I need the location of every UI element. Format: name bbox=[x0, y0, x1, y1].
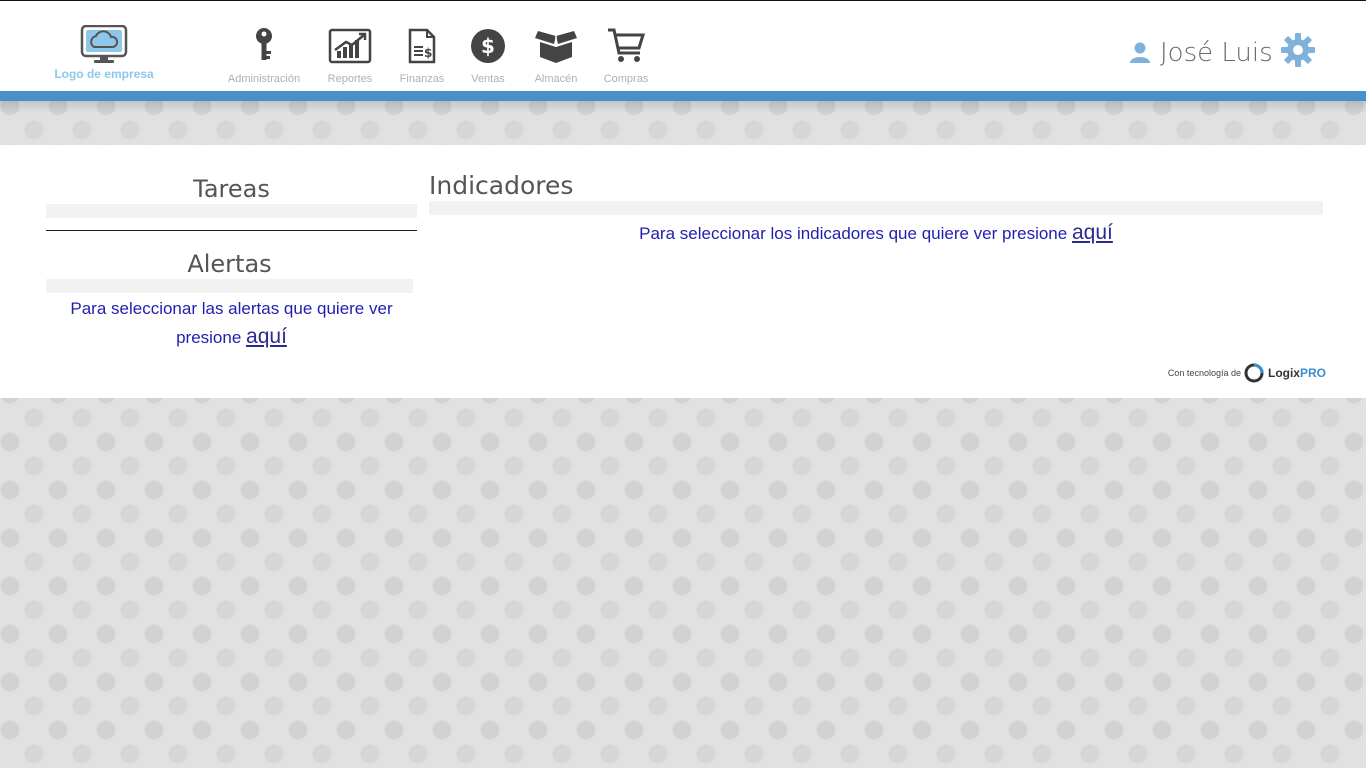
nav-item-compras[interactable]: Compras bbox=[598, 27, 654, 85]
indicadores-list bbox=[429, 201, 1323, 215]
powered-text: Con tecnología de bbox=[1167, 368, 1241, 378]
settings-button[interactable] bbox=[1280, 32, 1316, 68]
document-dollar-icon: $ bbox=[408, 28, 436, 64]
brand-prefix: Logix bbox=[1267, 366, 1300, 380]
nav-label-almacen: Almacén bbox=[534, 73, 578, 85]
brand-suffix: PRO bbox=[1299, 366, 1326, 380]
alertas-message: Para seleccionar las alertas que quiere … bbox=[46, 295, 417, 352]
user-name: José Luis bbox=[1160, 38, 1273, 68]
nav-item-administracion[interactable]: Administración bbox=[222, 27, 306, 85]
box-icon bbox=[535, 31, 577, 63]
alertas-message-text: Para seleccionar las alertas que quiere … bbox=[70, 299, 393, 347]
user-menu[interactable]: José Luis bbox=[1130, 35, 1273, 71]
alertas-title: Alertas bbox=[187, 250, 272, 278]
svg-text:$: $ bbox=[481, 34, 495, 58]
user-icon bbox=[1130, 42, 1150, 63]
nav-item-reportes[interactable]: Reportes bbox=[320, 27, 380, 85]
dashboard-panel: Tareas Alertas Para seleccionar las aler… bbox=[0, 145, 1366, 398]
dollar-coin-icon: $ bbox=[471, 29, 505, 63]
cloud-monitor-icon bbox=[80, 25, 128, 63]
nav-label-compras: Compras bbox=[603, 73, 649, 85]
header-shadow bbox=[0, 101, 1366, 113]
nav-label-administracion: Administración bbox=[227, 73, 301, 85]
nav-item-finanzas[interactable]: $ Finanzas bbox=[394, 27, 450, 85]
top-header: Logo de empresa Administración Reportes … bbox=[0, 1, 1366, 91]
gear-icon bbox=[1281, 33, 1315, 67]
nav-label-finanzas: Finanzas bbox=[399, 73, 445, 85]
nav-label-ventas: Ventas bbox=[471, 73, 505, 85]
svg-text:$: $ bbox=[424, 46, 432, 60]
indicadores-title: Indicadores bbox=[429, 171, 574, 200]
cart-icon bbox=[608, 28, 646, 62]
chart-icon bbox=[328, 28, 372, 64]
tareas-list bbox=[46, 204, 417, 218]
brand-name: LogixPRO bbox=[1268, 366, 1326, 380]
nav-item-almacen[interactable]: Almacén bbox=[528, 27, 584, 85]
indicadores-message-text: Para seleccionar los indicadores que qui… bbox=[639, 224, 1068, 243]
section-divider bbox=[46, 230, 417, 231]
nav-label-reportes: Reportes bbox=[327, 73, 373, 85]
powered-by: Con tecnología de LogixPRO bbox=[1168, 363, 1326, 383]
tareas-title: Tareas bbox=[193, 175, 270, 203]
alertas-list bbox=[46, 279, 413, 293]
header-accent-bar bbox=[0, 91, 1366, 101]
logo-text: Logo de empresa bbox=[54, 67, 154, 81]
indicadores-message: Para seleccionar los indicadores que qui… bbox=[429, 219, 1323, 248]
indicadores-link[interactable]: aquí bbox=[1072, 221, 1113, 244]
key-icon bbox=[256, 28, 272, 60]
alertas-link[interactable]: aquí bbox=[246, 325, 287, 348]
nav-item-ventas[interactable]: $ Ventas bbox=[464, 27, 512, 85]
company-logo[interactable]: Logo de empresa bbox=[48, 25, 160, 85]
logixpro-logo-icon bbox=[1244, 363, 1264, 383]
